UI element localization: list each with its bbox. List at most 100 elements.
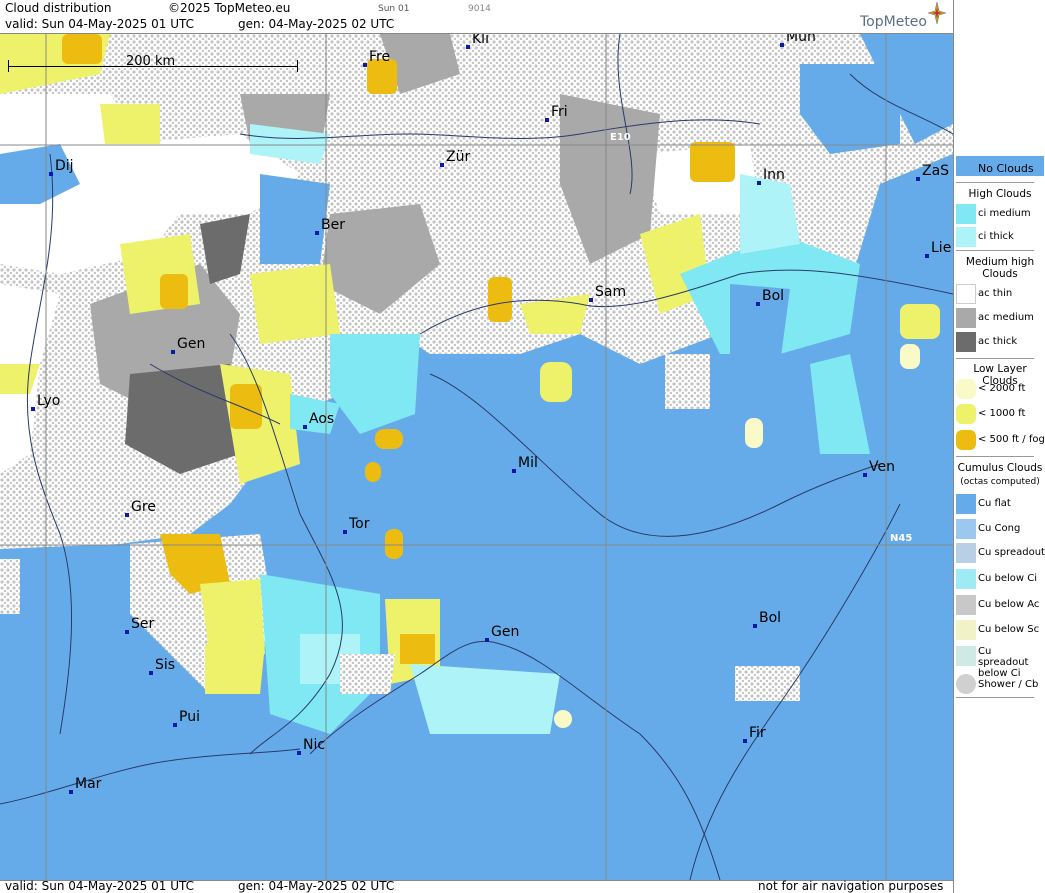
- legend-cu-spread: Cu spreadout: [978, 547, 1045, 558]
- grid-label-e10: E10: [610, 132, 631, 143]
- city-marker: [863, 473, 867, 477]
- city-marker: [173, 723, 177, 727]
- city-marker: [49, 172, 53, 176]
- grid-label-e05: E05: [50, 132, 71, 143]
- logo-text: TopMeteo: [860, 14, 927, 30]
- city-kli[interactable]: Kli: [466, 34, 489, 49]
- city-inn[interactable]: Inn: [757, 167, 785, 185]
- city-label: Bol: [762, 288, 785, 304]
- footer-disclaimer: not for air navigation purposes: [758, 879, 944, 893]
- scale-bar: 200 km: [8, 54, 298, 72]
- legend-cu-header: Cumulus Clouds: [957, 462, 1043, 474]
- city-nic[interactable]: Nic: [297, 737, 325, 755]
- copyright: ©2025 TopMeteo.eu: [168, 1, 291, 15]
- city-marker: [780, 43, 784, 47]
- city-marker: [545, 118, 549, 122]
- legend-cu-cong: Cu Cong: [978, 523, 1021, 534]
- city-label: Zür: [446, 149, 471, 165]
- city-aos[interactable]: Aos: [303, 411, 335, 429]
- legend-ac-thin: ac thin: [978, 288, 1013, 299]
- legend-cu-sub: (octas computed): [960, 477, 1040, 487]
- city-fre[interactable]: Fre: [363, 49, 390, 67]
- city-label: Mil: [518, 455, 538, 471]
- legend-swatch-low-2000: [956, 379, 976, 399]
- city-ven[interactable]: Ven: [863, 459, 895, 477]
- city-dij[interactable]: Dij: [49, 158, 74, 176]
- city-zur[interactable]: Zür: [440, 149, 471, 167]
- city-mun[interactable]: Mün: [780, 34, 816, 47]
- city-label: Sam: [595, 284, 627, 300]
- legend-ci-thick: ci thick: [978, 231, 1014, 242]
- city-sam[interactable]: Sam: [589, 284, 627, 302]
- city-lyo[interactable]: Lyo: [31, 393, 60, 411]
- legend-low-2000: < 2000 ft: [978, 383, 1026, 394]
- city-sis[interactable]: Sis: [149, 657, 176, 675]
- city-label: Ber: [321, 217, 345, 233]
- city-label: Tor: [349, 516, 370, 532]
- city-label: Dij: [55, 158, 74, 174]
- legend-low-1000: < 1000 ft: [978, 408, 1026, 419]
- legend-swatch-cu-cong: [956, 519, 976, 539]
- city-marker: [589, 298, 593, 302]
- city-marker: [31, 407, 35, 411]
- city-gen-north[interactable]: Gen: [171, 336, 206, 354]
- legend-swatch-low-500: [956, 430, 976, 450]
- legend-cu-below-ac: Cu below Ac: [978, 599, 1040, 610]
- legend-swatch-cu-below-ci: [956, 569, 976, 589]
- city-label: Fir: [749, 725, 766, 741]
- city-zas[interactable]: ZaS: [916, 163, 949, 181]
- city-ser[interactable]: Ser: [125, 616, 155, 634]
- legend-swatch-cu-spread: [956, 543, 976, 563]
- legend-cu-below-sc: Cu below Sc: [978, 624, 1040, 635]
- city-label: Gre: [131, 499, 156, 515]
- city-bol-north[interactable]: Bol: [756, 288, 785, 306]
- legend-swatch-cu-spread-ci: [956, 646, 976, 666]
- header-bar: Cloud distribution ©2025 TopMeteo.eu Sun…: [0, 0, 953, 33]
- city-marker: [171, 350, 175, 354]
- city-label: Bol: [759, 610, 782, 626]
- city-marker: [125, 513, 129, 517]
- city-label: Ser: [131, 616, 155, 632]
- legend-swatch-ac-medium: [956, 308, 976, 328]
- city-tor[interactable]: Tor: [343, 516, 370, 534]
- city-label: Ven: [869, 459, 895, 475]
- legend-ac-thick: ac thick: [978, 336, 1018, 347]
- legend-swatch-cu-flat: [956, 494, 976, 514]
- valid-time: valid: Sun 04-May-2025 01 UTC: [5, 17, 194, 31]
- city-bol-south[interactable]: Bol: [753, 610, 782, 628]
- legend-swatch-low-1000: [956, 404, 976, 424]
- city-pui[interactable]: Pui: [173, 709, 200, 727]
- legend-cu-flat: Cu flat: [978, 498, 1011, 509]
- run-code: 9014: [468, 4, 491, 14]
- footer-bar: valid: Sun 04-May-2025 01 UTC gen: 04-Ma…: [0, 879, 953, 893]
- legend-cu-below-ci: Cu below Ci: [978, 573, 1038, 584]
- legend-swatch-shower: [956, 674, 976, 694]
- legend-swatch-ac-thin: [956, 284, 976, 304]
- topmeteo-logo[interactable]: TopMeteo: [860, 2, 946, 30]
- legend-shower: Shower / Cb: [978, 679, 1039, 690]
- compass-star-icon: [928, 2, 946, 24]
- city-marker: [757, 181, 761, 185]
- city-label: Gen: [177, 336, 206, 352]
- city-marker: [916, 177, 920, 181]
- legend-panel: No Clouds High Clouds ci medium ci thick…: [953, 0, 1045, 893]
- city-label: Sis: [155, 657, 176, 673]
- city-lie[interactable]: Lie: [925, 240, 951, 258]
- city-gen-south[interactable]: Gen: [485, 624, 520, 642]
- city-marker: [343, 530, 347, 534]
- city-mar[interactable]: Mar: [69, 776, 101, 794]
- city-marker: [69, 790, 73, 794]
- cloud-map[interactable]: 200 km E05 E10 N45 Kli Mün Fre Fri Dij Z…: [0, 33, 953, 881]
- city-label: Aos: [309, 411, 335, 427]
- legend-swatch-cu-below-ac: [956, 595, 976, 615]
- cloud-layer: [0, 34, 953, 880]
- city-ber[interactable]: Ber: [315, 217, 345, 235]
- legend-no-clouds: No Clouds: [978, 162, 1034, 175]
- city-fri[interactable]: Fri: [545, 104, 568, 122]
- city-label: Gen: [491, 624, 520, 640]
- city-mil[interactable]: Mil: [512, 455, 538, 473]
- city-gre[interactable]: Gre: [125, 499, 156, 517]
- city-fir[interactable]: Fir: [743, 725, 766, 743]
- grid-label-n45: N45: [890, 533, 913, 544]
- city-label: Pui: [179, 709, 200, 725]
